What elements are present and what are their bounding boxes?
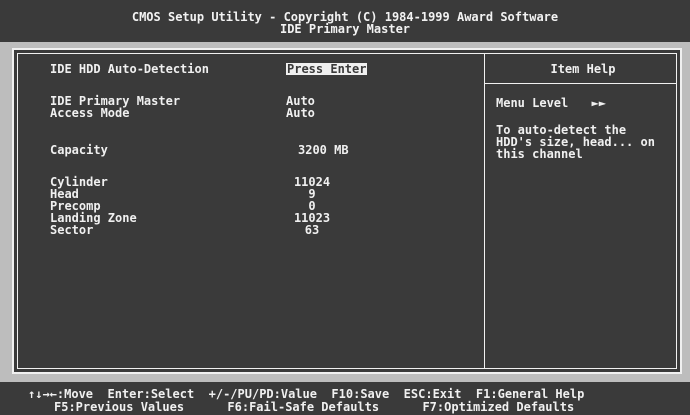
menu-level-arrow-icon: ►► [591, 96, 606, 110]
menu-level-label: Menu Level ►► [496, 97, 606, 109]
access-mode-label: Access Mode [50, 106, 130, 120]
item-help-title: Item Help [550, 62, 616, 76]
menu-level-text: Menu Level [496, 96, 569, 110]
key-help-line-2: F5:Previous Values F6:Fail-Safe Defaults… [54, 400, 575, 414]
sector-label: Sector [50, 223, 94, 237]
bios-screen: CMOS Setup Utility - Copyright (C) 1984-… [0, 0, 690, 415]
auto-detect-button[interactable]: Press Enter [286, 63, 368, 75]
capacity-value: 3200 MB [298, 143, 349, 157]
settings-frame: IDE HDD Auto-Detection Press Enter IDE P… [12, 48, 682, 374]
key-help-footer: ↑↓→←:Move Enter:Select +/-/PU/PD:Value F… [0, 382, 690, 415]
sector-value: 63 [304, 223, 320, 237]
capacity-label: Capacity [50, 143, 108, 157]
panel-divider [484, 53, 485, 369]
access-mode-value[interactable]: Auto [286, 107, 315, 119]
title-bar: CMOS Setup Utility - Copyright (C) 1984-… [0, 0, 690, 42]
auto-detect-label: IDE HDD Auto-Detection [50, 62, 209, 76]
help-title-divider [484, 83, 677, 84]
help-text-line-3: this channel [496, 147, 583, 161]
key-help-line-1: ↑↓→←:Move Enter:Select +/-/PU/PD:Value F… [28, 387, 585, 401]
page-title: IDE Primary Master [279, 22, 411, 36]
